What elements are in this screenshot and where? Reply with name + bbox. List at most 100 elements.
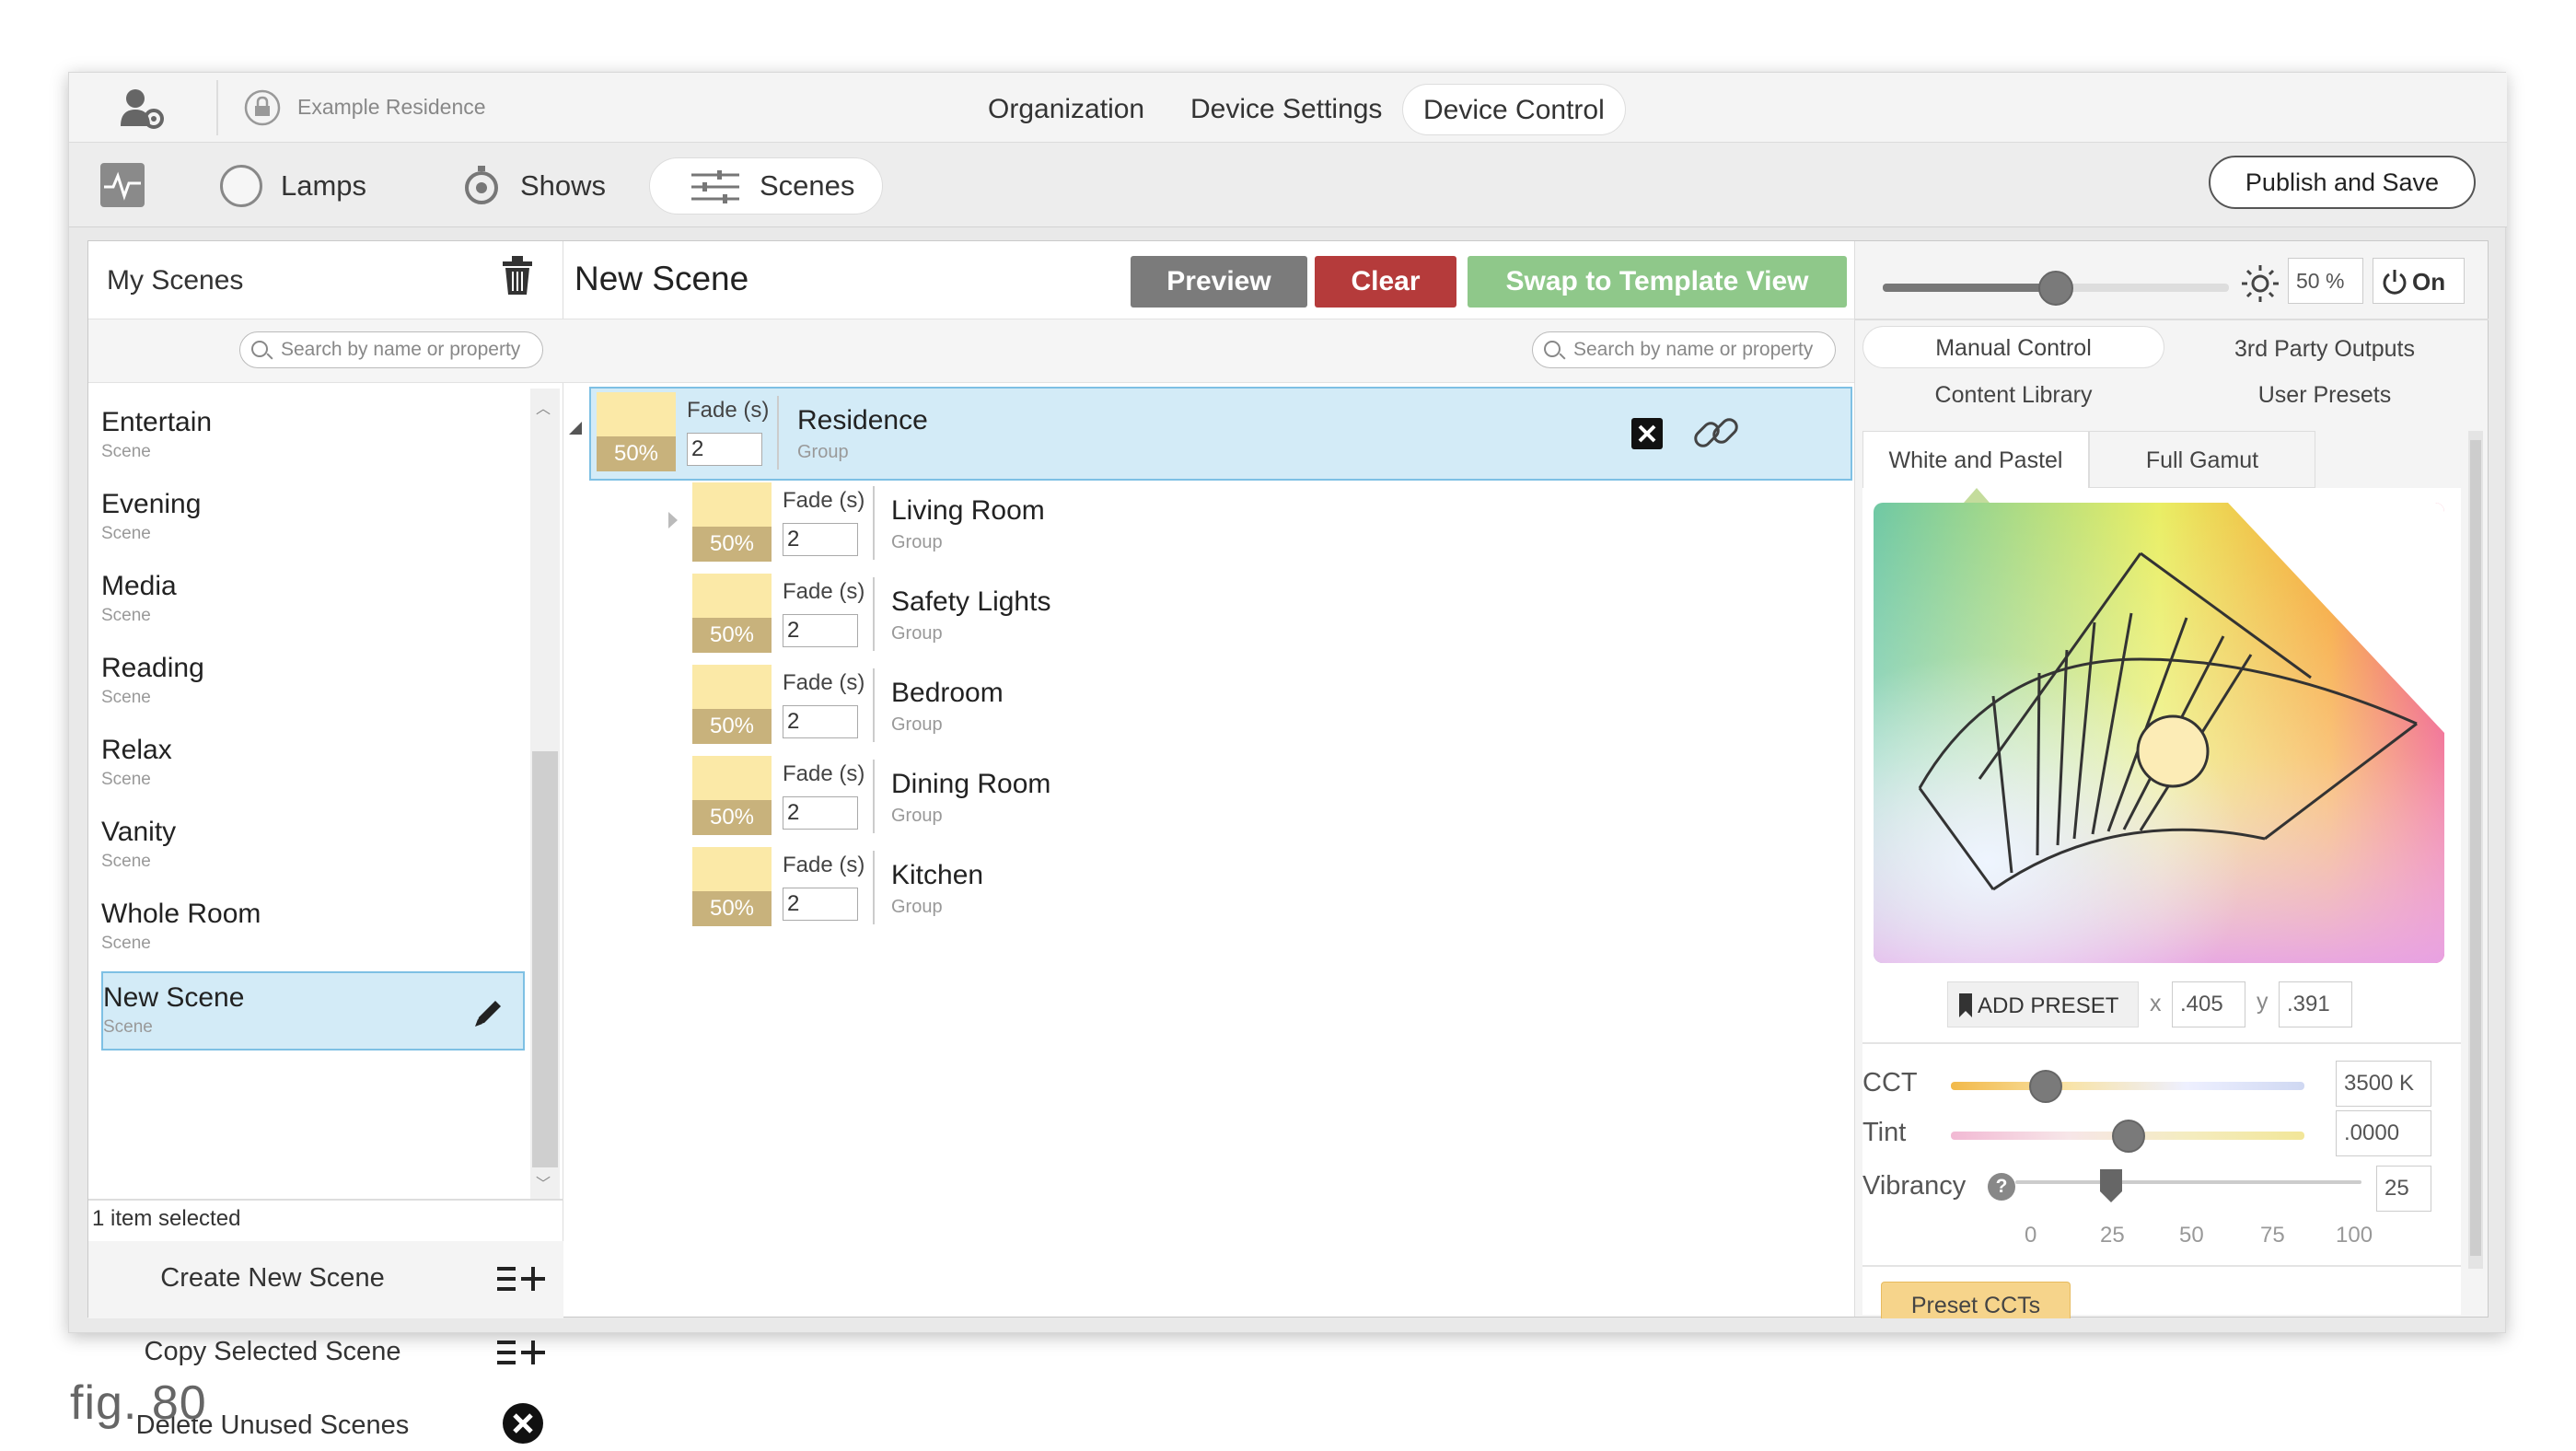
preview-button[interactable]: Preview [1131, 256, 1307, 308]
scroll-up-icon[interactable]: ︿ [536, 396, 551, 418]
color-swatch[interactable]: 50% [692, 665, 772, 744]
scene-list-item[interactable]: New Scene Scene [101, 971, 525, 1051]
level-label: 50% [692, 527, 772, 562]
root-group[interactable]: 50% Fade (s) 2 Residence Group [597, 392, 1839, 481]
tab-manual-control[interactable]: Manual Control [1862, 326, 2164, 368]
tint-input[interactable]: .0000 [2336, 1110, 2431, 1156]
scene-type: Scene [101, 524, 151, 543]
power-toggle[interactable]: On [2373, 258, 2465, 304]
brightness-slider[interactable] [1883, 271, 2229, 306]
list-add-icon [497, 1263, 547, 1294]
level-label: 50% [597, 436, 676, 471]
link-icon[interactable] [1690, 407, 1742, 459]
preset-ccts-button[interactable]: Preset CCTs [1881, 1282, 2071, 1318]
color-swatch[interactable]: 50% [692, 482, 772, 562]
vibrancy-handle[interactable] [2098, 1167, 2124, 1204]
search-placeholder: Search by name or property [281, 339, 521, 360]
collapse-icon[interactable] [569, 422, 582, 435]
vibrancy-tick: 0 [2025, 1223, 2037, 1248]
group-row[interactable]: 50% Fade (s) 2 Living Room Group [668, 482, 1337, 571]
trash-icon[interactable] [499, 254, 536, 298]
tab-shows[interactable]: Shows [520, 157, 606, 215]
group-search-input[interactable]: Search by name or property [1532, 331, 1836, 368]
workspace: My Scenes Search by name or property Ent… [87, 240, 2489, 1444]
fade-input[interactable]: 2 [783, 796, 858, 830]
fade-label: Fade (s) [783, 579, 865, 604]
tab-content-library[interactable]: Content Library [1862, 374, 2164, 416]
close-box-icon[interactable] [1631, 418, 1663, 449]
clear-button[interactable]: Clear [1315, 256, 1456, 308]
vibrancy-input[interactable]: 25 [2376, 1166, 2431, 1212]
tab-indicator [1964, 488, 1990, 503]
tint-label: Tint [1862, 1118, 1907, 1147]
cct-input[interactable]: 3500 K [2336, 1061, 2431, 1107]
scroll-down-icon[interactable]: ﹀ [536, 1171, 551, 1193]
timer-icon[interactable] [461, 163, 502, 207]
fade-label: Fade (s) [687, 398, 770, 423]
tab-scenes[interactable]: Scenes [760, 157, 854, 215]
color-swatch[interactable]: 50% [692, 574, 772, 653]
group-type: Group [891, 897, 943, 917]
scroll-thumb[interactable] [2470, 440, 2481, 1256]
tab-device-settings[interactable]: Device Settings [1170, 84, 1402, 135]
scene-list-item[interactable]: Entertain Scene [101, 398, 525, 477]
scroll-thumb[interactable] [532, 751, 558, 1167]
fade-input[interactable]: 2 [783, 523, 858, 556]
tab-lamps[interactable]: Lamps [281, 157, 366, 215]
scene-list-item[interactable]: Media Scene [101, 562, 525, 641]
power-label: On [2412, 268, 2446, 296]
sliders-icon[interactable] [690, 170, 741, 203]
color-swatch[interactable]: 50% [692, 756, 772, 835]
scene-search-input[interactable]: Search by name or property [239, 331, 543, 368]
help-icon[interactable]: ? [1988, 1173, 2015, 1201]
tab-full-gamut[interactable]: Full Gamut [2089, 431, 2315, 488]
y-input[interactable]: .391 [2279, 981, 2352, 1027]
scene-list-item[interactable]: Relax Scene [101, 726, 525, 805]
group-type: Group [891, 806, 943, 826]
level-label: 50% [692, 891, 772, 926]
publish-and-save-button[interactable]: Publish and Save [2209, 156, 2476, 209]
fade-input[interactable]: 2 [783, 614, 858, 647]
fade-input[interactable]: 2 [687, 433, 762, 466]
group-row[interactable]: 50% Fade (s) 2 Dining Room Group [692, 756, 1337, 844]
tab-organization[interactable]: Organization [968, 84, 1165, 135]
create-new-scene-button[interactable]: Create New Scene [88, 1241, 563, 1315]
tab-user-presets[interactable]: User Presets [2174, 374, 2476, 416]
color-gamut-picker[interactable] [1874, 503, 2444, 963]
group-name: Bedroom [891, 678, 1004, 708]
add-preset-button[interactable]: ADD PRESET [1947, 981, 2139, 1027]
lamps-icon[interactable] [220, 165, 262, 207]
cct-slider[interactable] [1951, 1070, 2304, 1103]
group-row[interactable]: 50% Fade (s) 2 Safety Lights Group [692, 574, 1337, 662]
tint-slider[interactable] [1951, 1120, 2304, 1153]
control-panel: 50 % On Manual Control 3rd Party Outputs… [1854, 241, 2489, 1318]
group-row[interactable]: 50% Fade (s) 2 Bedroom Group [692, 665, 1337, 753]
tab-white-and-pastel[interactable]: White and Pastel [1862, 431, 2089, 488]
scene-list-item[interactable]: Vanity Scene [101, 807, 525, 887]
edit-pencil-icon[interactable] [471, 997, 505, 1030]
tab-device-control[interactable]: Device Control [1402, 84, 1626, 135]
scene-list-item[interactable]: Whole Room Scene [101, 889, 525, 969]
scene-name: New Scene [103, 982, 245, 1013]
scene-list-item[interactable]: Evening Scene [101, 480, 525, 559]
activity-icon[interactable] [100, 163, 145, 207]
fade-input[interactable]: 2 [783, 888, 858, 921]
tab-3rd-party-outputs[interactable]: 3rd Party Outputs [2174, 328, 2476, 370]
user-settings-icon[interactable] [117, 86, 168, 132]
scene-type: Scene [101, 606, 151, 625]
fade-input[interactable]: 2 [783, 705, 858, 738]
group-row[interactable]: 50% Fade (s) 2 Kitchen Group [692, 847, 1337, 935]
color-swatch[interactable]: 50% [597, 392, 676, 471]
divider [873, 486, 875, 560]
vibrancy-slider[interactable] [2015, 1167, 2361, 1204]
expand-icon[interactable] [668, 512, 678, 528]
swap-to-template-view-button[interactable]: Swap to Template View [1468, 256, 1847, 308]
x-input[interactable]: .405 [2172, 981, 2245, 1027]
group-name: Residence [797, 405, 928, 435]
scene-list-item[interactable]: Reading Scene [101, 644, 525, 723]
right-scrollbar[interactable] [2468, 431, 2483, 1269]
residence-name[interactable]: Example Residence [297, 95, 486, 120]
list-scrollbar[interactable]: ︿ ﹀ [530, 389, 560, 1199]
brightness-value[interactable]: 50 % [2288, 258, 2363, 304]
color-swatch[interactable]: 50% [692, 847, 772, 926]
